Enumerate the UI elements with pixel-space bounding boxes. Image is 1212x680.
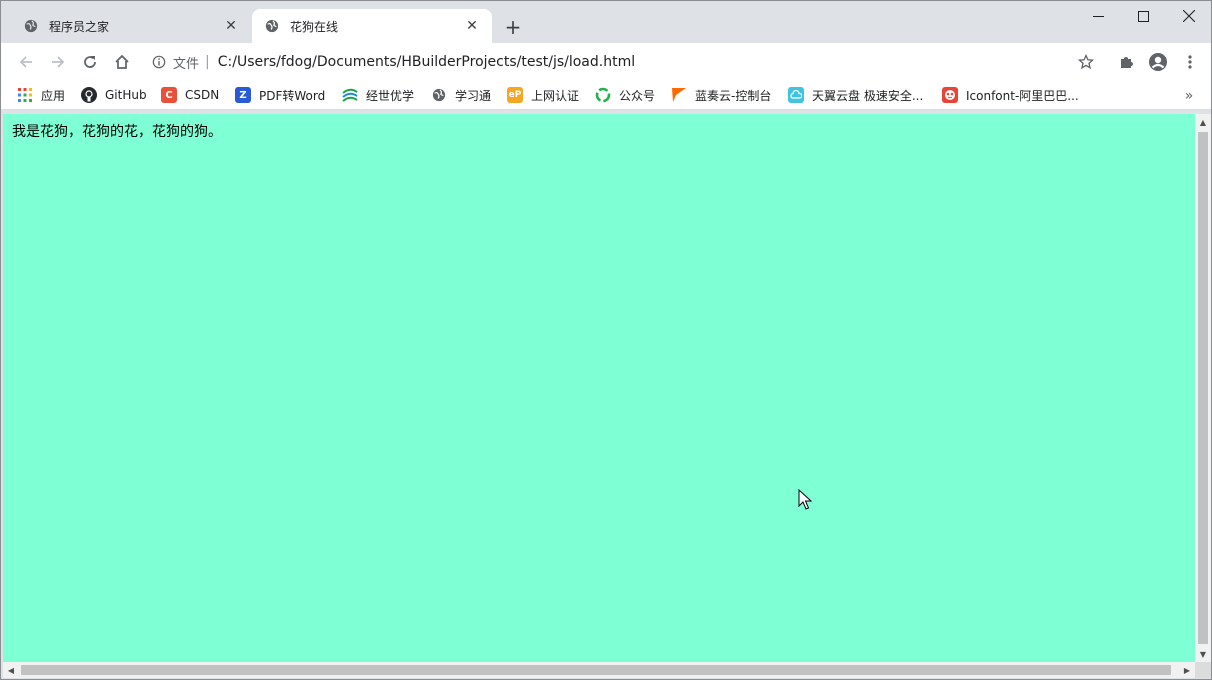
address-bar[interactable]: 文件 | C:/Users/fdog/Documents/HBuilderPro…	[149, 48, 1109, 76]
bookmark-tianyi-cloud[interactable]: 天翼云盘 极速安全...	[788, 84, 923, 106]
mouse-cursor-icon	[798, 489, 813, 510]
page-viewport: 我是花狗，花狗的花，花狗的狗。	[3, 114, 1195, 662]
bookmark-github[interactable]: GitHub	[81, 84, 147, 106]
tab-label: 花狗在线	[290, 19, 339, 34]
bookmark-label: 经世优学	[366, 88, 415, 103]
eportal-icon: eP	[507, 87, 523, 103]
bookmark-wechat-mp[interactable]: 公众号	[595, 84, 655, 106]
bookmark-iconfont[interactable]: Iconfont-阿里巴巴...	[942, 84, 1079, 106]
home-icon	[115, 54, 129, 69]
scrollbar-corner	[1195, 662, 1211, 678]
globe-icon	[264, 18, 280, 34]
bookmark-label: Iconfont-阿里巴巴...	[966, 88, 1079, 103]
scroll-left-arrow[interactable]: ◀	[3, 662, 19, 678]
minimize-icon	[1092, 15, 1104, 17]
bookmark-label: 应用	[41, 88, 66, 103]
vertical-scrollbar[interactable]: ▲ ▼	[1195, 114, 1211, 662]
url-text[interactable]: C:/Users/fdog/Documents/HBuilderProjects…	[218, 54, 635, 70]
lanzou-icon	[671, 87, 687, 103]
new-tab-button[interactable]: +	[501, 15, 525, 39]
bookmark-label: 蓝奏云-控制台	[695, 88, 772, 103]
globe-icon	[23, 18, 39, 34]
forward-button[interactable]	[45, 49, 71, 75]
tab-chengxuyuan[interactable]: 程序员之家 ✕	[11, 9, 251, 43]
bookmark-apps[interactable]: 应用	[17, 84, 65, 106]
bookmark-xuexitong[interactable]: 学习通	[431, 84, 491, 106]
wechat-mp-icon	[595, 87, 611, 103]
url-separator: |	[205, 54, 210, 70]
tab-strip: 程序员之家 ✕ 花狗在线 ✕ +	[1, 1, 1211, 43]
profile-button[interactable]	[1145, 49, 1171, 75]
back-button[interactable]	[13, 49, 39, 75]
arrow-right-icon	[52, 56, 65, 68]
maximize-icon	[1137, 10, 1149, 22]
reload-icon	[84, 56, 96, 68]
csdn-icon: C	[161, 87, 177, 103]
bookmark-pdf-to-word[interactable]: Z PDF转Word	[235, 84, 325, 106]
browser-window: 程序员之家 ✕ 花狗在线 ✕ + 文件 | C:/Users/fdog/Docu…	[0, 0, 1212, 680]
close-tab-icon[interactable]: ✕	[464, 18, 480, 34]
horizontal-scroll-thumb[interactable]	[21, 665, 1171, 675]
arrow-left-icon	[19, 56, 32, 68]
pdf-to-word-icon: Z	[235, 87, 251, 103]
maximize-button[interactable]	[1120, 1, 1166, 31]
bookmarks-overflow-button[interactable]: »	[1179, 86, 1199, 106]
scroll-right-arrow[interactable]: ▶	[1179, 662, 1195, 678]
tianyi-cloud-icon	[788, 87, 804, 103]
bookmark-label: CSDN	[185, 88, 220, 102]
menu-button[interactable]	[1177, 49, 1203, 75]
bookmark-eportal[interactable]: eP 上网认证	[507, 84, 579, 106]
bookmarks-bar: 应用 GitHub C CSDN Z PDF转Word 经世优学 学习通 eP …	[1, 80, 1211, 110]
jingshi-icon	[342, 87, 358, 103]
github-icon	[81, 87, 97, 103]
star-icon	[1078, 54, 1094, 70]
kebab-menu-icon	[1188, 55, 1192, 69]
bookmark-label: PDF转Word	[259, 88, 326, 103]
bookmark-jingshi[interactable]: 经世优学	[342, 84, 414, 106]
reload-button[interactable]	[77, 49, 103, 75]
globe-icon	[431, 87, 447, 103]
scroll-down-arrow[interactable]: ▼	[1195, 646, 1211, 662]
tab-label: 程序员之家	[49, 19, 110, 34]
bookmark-label: 学习通	[455, 88, 492, 103]
page-body-text: 我是花狗，花狗的花，花狗的狗。	[12, 124, 222, 140]
home-button[interactable]	[109, 49, 135, 75]
close-icon	[1183, 10, 1195, 22]
iconfont-icon	[942, 87, 958, 103]
close-window-button[interactable]	[1166, 1, 1212, 31]
info-icon[interactable]	[149, 52, 169, 72]
tab-huagou[interactable]: 花狗在线 ✕	[252, 9, 492, 43]
avatar-icon	[1149, 53, 1167, 71]
bookmark-star-button[interactable]	[1073, 49, 1099, 75]
scroll-up-arrow[interactable]: ▲	[1195, 114, 1211, 130]
minimize-button[interactable]	[1075, 1, 1121, 31]
bookmark-label: 上网认证	[531, 88, 580, 103]
apps-grid-icon	[17, 87, 33, 103]
bookmark-label: GitHub	[105, 88, 147, 102]
close-tab-icon[interactable]: ✕	[223, 18, 239, 34]
vertical-scroll-thumb[interactable]	[1198, 132, 1208, 644]
browser-toolbar: 文件 | C:/Users/fdog/Documents/HBuilderPro…	[1, 43, 1211, 80]
bookmark-label: 公众号	[619, 88, 656, 103]
bookmark-lanzou[interactable]: 蓝奏云-控制台	[671, 84, 771, 106]
puzzle-icon	[1121, 57, 1133, 68]
bookmark-csdn[interactable]: C CSDN	[161, 84, 219, 106]
bookmark-label: 天翼云盘 极速安全...	[812, 88, 924, 103]
horizontal-scrollbar[interactable]: ◀ ▶	[3, 662, 1195, 678]
extensions-button[interactable]	[1113, 49, 1139, 75]
scheme-label: 文件	[173, 56, 200, 72]
